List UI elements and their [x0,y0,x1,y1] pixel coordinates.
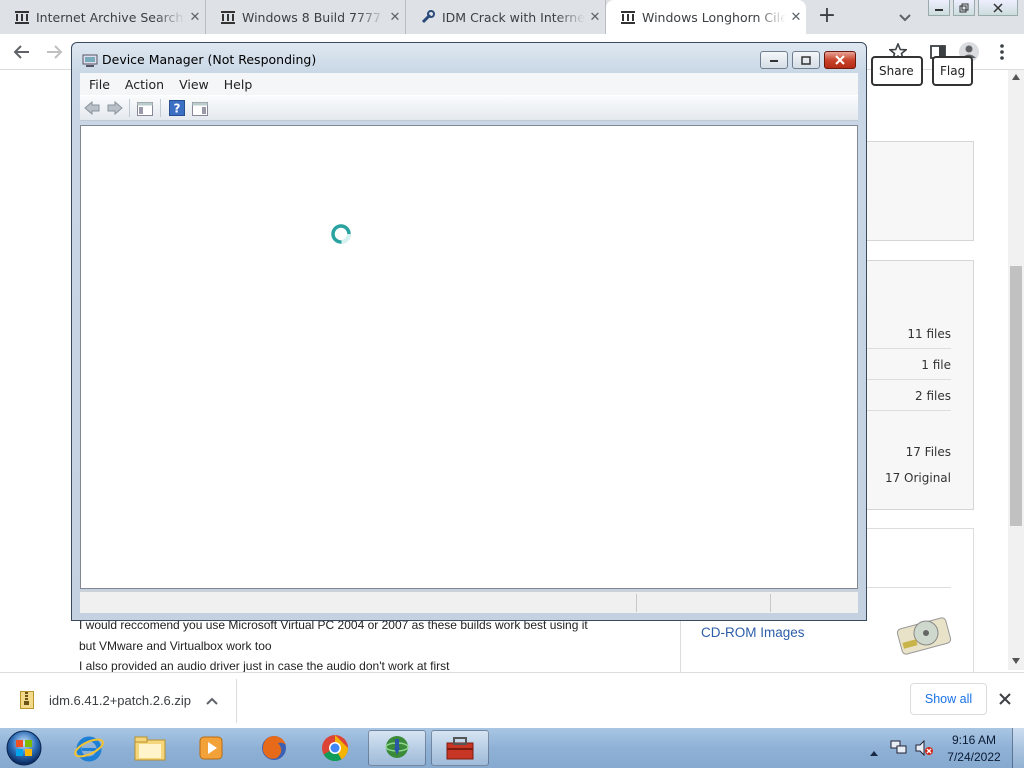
restore-icon[interactable] [953,0,975,16]
help-icon[interactable]: ? [169,100,185,120]
status-divider [636,594,637,612]
show-hide-tree-icon[interactable] [137,101,153,120]
original-count: 17 Original [884,471,951,485]
window-title: Device Manager (Not Responding) [102,52,317,67]
download-bar: idm.6.41.2+patch.2.6.zip Show all [0,672,1024,728]
minimize-icon[interactable] [928,0,950,16]
internet-explorer-icon[interactable] [60,730,118,766]
back-icon[interactable] [83,100,101,120]
close-window-icon[interactable] [978,0,1018,16]
media-player-icon[interactable] [182,730,240,766]
archive-icon [14,9,30,25]
window-toolbar: ? [80,95,858,121]
cd-rom-drive-icon [893,603,955,669]
status-divider [770,594,771,612]
info-card [864,141,974,241]
tab-title: IDM Crack with Internet D [442,9,585,25]
volume-muted-icon[interactable] [914,739,934,760]
tab-internet-archive-search[interactable]: Internet Archive Search: w ✕ [0,0,206,34]
tab-strip: Internet Archive Search: w ✕ Windows 8 B… [0,0,1024,34]
archive-icon [620,9,636,25]
more-menu-icon[interactable] [988,34,1016,70]
files-count: 17 Files [905,445,951,459]
menu-file[interactable]: File [89,77,110,92]
download-options-card: 11 files 1 file 2 files 17 Files 17 Orig… [864,260,974,510]
tab-search-chevron-icon[interactable] [896,7,914,27]
device-tree-pane[interactable] [80,125,858,589]
show-hidden-icons-icon[interactable] [869,742,879,761]
toolbar-separator [160,99,161,117]
cd-rom-images-link[interactable]: CD-ROM Images [701,625,805,640]
download-filename[interactable]: idm.6.41.2+patch.2.6.zip [49,693,191,708]
start-button[interactable] [4,729,44,768]
file-row[interactable]: 1 file [865,350,951,380]
archive-icon [220,9,236,25]
scroll-up-icon[interactable] [1012,74,1020,80]
device-manager-window[interactable]: Device Manager (Not Responding) File Act… [71,42,867,621]
properties-pane-icon[interactable] [192,101,208,120]
tab-close-icon[interactable]: ✕ [185,10,205,25]
flag-label: Flag [940,64,966,78]
paragraph-line: but VMware and Virtualbox work too [79,638,272,653]
tab-close-icon[interactable]: ✕ [385,10,405,25]
file-row[interactable]: 2 files [865,381,951,411]
tab-title: Windows Longhorn Cilem [642,9,786,25]
firefox-icon[interactable] [245,730,303,766]
window-close-button[interactable] [824,51,856,69]
share-label: Share [879,64,914,78]
description-text: I would reccomend you use Microsoft Virt… [79,615,679,677]
tab-windows-longhorn[interactable]: Windows Longhorn Cilem ✕ [606,0,806,34]
scroll-down-icon[interactable] [1012,658,1020,664]
forward-arrow-icon[interactable] [40,34,68,70]
show-all-button[interactable]: Show all [910,683,987,715]
tab-idm-crack[interactable]: IDM Crack with Internet D ✕ [406,0,606,34]
download-divider [236,679,237,723]
file-explorer-icon[interactable] [121,730,179,766]
clock-date[interactable]: 7/24/2022 [942,750,1006,764]
taskbar: 9:16 AM 7/24/2022 [0,728,1024,768]
new-tab-button[interactable]: + [814,4,840,30]
clock-time[interactable]: 9:16 AM [942,733,1006,747]
window-maximize-button[interactable] [792,51,820,69]
tab-title: Internet Archive Search: w [36,9,185,25]
tab-windows-8-build[interactable]: Windows 8 Build 7777 : M ✕ [206,0,406,34]
tab-title: Windows 8 Build 7777 : M [242,9,385,25]
svg-text:?: ? [174,102,181,116]
flag-button[interactable]: Flag [932,56,973,86]
toolbar-separator [129,99,130,117]
share-button[interactable]: Share [871,56,923,86]
chevron-up-icon[interactable] [204,693,220,712]
device-manager-icon [82,53,98,72]
page-scrollbar[interactable] [1008,70,1024,670]
chrome-icon[interactable] [306,730,364,766]
forward-icon[interactable] [106,100,124,120]
window-minimize-button[interactable] [760,51,788,69]
zip-file-icon [20,691,34,713]
menu-action[interactable]: Action [125,77,164,92]
menu-view[interactable]: View [179,77,209,92]
close-download-bar-icon[interactable] [998,691,1012,710]
tab-close-icon[interactable]: ✕ [786,10,806,25]
file-row[interactable]: 11 files [865,319,951,349]
busy-spinner-icon [329,222,353,250]
status-bar [80,591,858,613]
idm-icon[interactable] [368,730,426,766]
back-arrow-icon[interactable] [8,34,36,70]
menu-bar: File Action View Help [80,73,858,95]
scrollbar-thumb[interactable] [1010,266,1022,526]
show-desktop-button[interactable] [1012,728,1024,768]
toolbox-icon[interactable] [431,730,489,766]
tools-icon [420,9,436,25]
network-icon[interactable] [890,740,908,760]
menu-help[interactable]: Help [224,77,253,92]
tab-close-icon[interactable]: ✕ [585,10,605,25]
